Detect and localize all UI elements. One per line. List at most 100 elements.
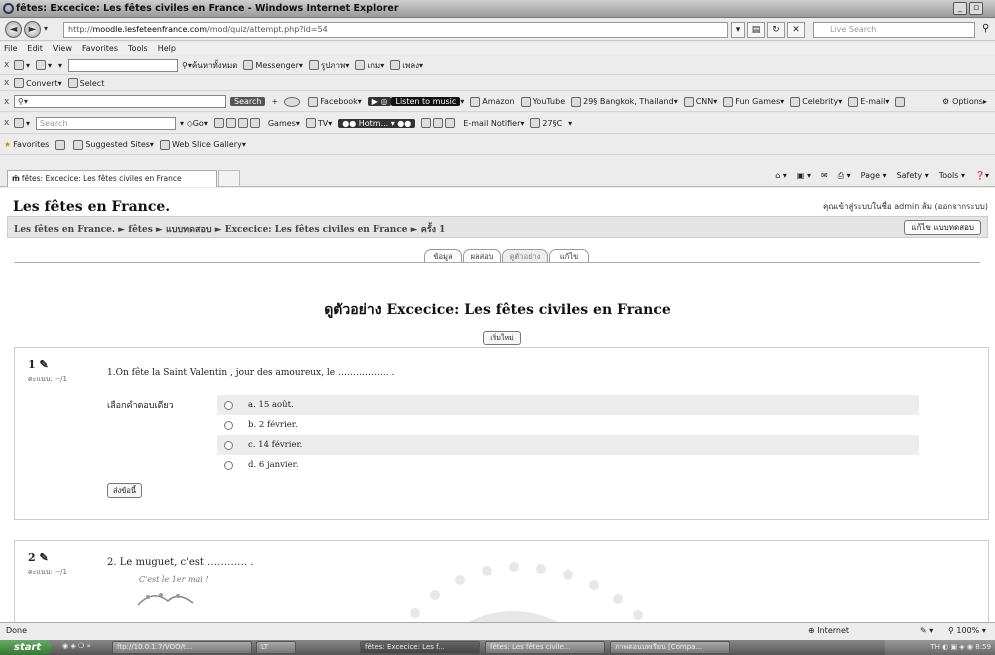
start-button[interactable]: start xyxy=(0,640,52,655)
toolbar5-go-button[interactable]: ▾ ◇ Go ▾ xyxy=(180,119,208,128)
minimize-button[interactable]: _ xyxy=(953,2,967,15)
music-button[interactable]: เพลง ▾ xyxy=(390,59,423,72)
radio-b[interactable] xyxy=(224,420,233,430)
forward-button[interactable]: ► xyxy=(24,21,41,38)
close-toolbar-icon[interactable]: x xyxy=(4,60,14,70)
youtube-link[interactable]: YouTube xyxy=(520,96,565,107)
tray-icons[interactable]: TH ◐ ▣ ◈ ◉ xyxy=(930,643,975,651)
more-icon[interactable] xyxy=(895,96,907,107)
cnn-link[interactable]: CNN ▾ xyxy=(683,96,717,107)
task-ie-fetes[interactable]: fêtes: Les fêtes civile... xyxy=(485,641,605,654)
menu-help[interactable]: Help xyxy=(158,44,176,53)
tv-button[interactable]: TV ▾ xyxy=(305,118,332,128)
menu-tools[interactable]: Tools xyxy=(128,44,148,53)
hotmail-button[interactable]: ●● Hotm... ▾ ●● xyxy=(338,118,416,128)
edit-quiz-button[interactable]: แก้ไข แบบทดสอบ xyxy=(904,220,981,235)
feeds-icon[interactable]: ▣ ▾ xyxy=(797,171,811,181)
select-button[interactable]: Select xyxy=(67,78,104,88)
msn-search-input[interactable] xyxy=(68,58,179,72)
toolbar-menu-icon[interactable]: ▾ xyxy=(58,61,62,70)
games-button[interactable]: Games ▾ xyxy=(268,119,300,128)
home-icon[interactable]: ⌂ ▾ xyxy=(775,171,787,181)
close-toolbar-icon[interactable]: x xyxy=(4,97,14,107)
email-link[interactable]: E-mail ▾ xyxy=(848,96,889,107)
protected-mode-icon[interactable]: ✎ ▾ xyxy=(920,626,933,635)
search-icon[interactable]: ⚲ xyxy=(982,23,989,34)
toolbar-logo-icon[interactable] xyxy=(284,96,302,107)
new-tab-button[interactable] xyxy=(218,170,240,187)
convert-button[interactable]: Convert ▾ xyxy=(14,78,62,88)
close-toolbar-icon[interactable]: x xyxy=(4,118,14,128)
mail-icon[interactable]: ✉ xyxy=(821,171,828,181)
add-favorite-icon[interactable] xyxy=(55,139,67,150)
facebook-link[interactable]: Facebook ▾ xyxy=(308,96,362,107)
menu-view[interactable]: View xyxy=(53,44,72,53)
url-dropdown-icon[interactable]: ▾ xyxy=(731,22,745,38)
login-info[interactable]: คุณเข้าสู่ระบบในชื่อ admin ส้ม (ออกจากระ… xyxy=(823,200,988,213)
page-menu[interactable]: Page ▾ xyxy=(861,171,887,181)
quick-launch-icons[interactable]: ◉ ◈ ❍ » xyxy=(58,641,110,654)
search-all-button[interactable]: ⚲▾ ค้นหาทั้งหมด xyxy=(182,59,237,72)
stop-icon[interactable]: ✕ xyxy=(787,22,805,38)
tab-edit[interactable]: แก้ไข xyxy=(549,249,589,263)
submit-question-button[interactable]: ส่งข้อนี้ xyxy=(107,483,142,498)
help-icon[interactable]: ❓▾ xyxy=(975,171,989,181)
compat-view-icon[interactable]: ▤ xyxy=(747,22,765,38)
favorites-button[interactable]: ★ Favorites xyxy=(4,140,49,149)
fun-games-link[interactable]: Fun Games ▾ xyxy=(723,96,784,107)
menu-favorites[interactable]: Favorites xyxy=(82,44,118,53)
tools-menu[interactable]: Tools ▾ xyxy=(939,171,965,181)
radio-d[interactable] xyxy=(224,460,233,470)
toolbar5-icons[interactable] xyxy=(213,118,262,128)
menu-edit[interactable]: Edit xyxy=(27,44,43,53)
option-c[interactable]: c. 14 février. xyxy=(217,435,919,455)
toolbar-search-button[interactable]: Search xyxy=(230,97,266,106)
history-dropdown-icon[interactable]: ▾ xyxy=(44,24,48,33)
breadcrumb[interactable]: Les fêtes en France. ► fêtes ► แบบทดสอบ … xyxy=(14,222,445,236)
task-ftp[interactable]: ftp://10.0.1.7/VOO/t... xyxy=(112,641,252,654)
photos-button[interactable]: รูปภาพ ▾ xyxy=(308,59,349,72)
toolbar5-more-icons[interactable] xyxy=(421,118,457,128)
messenger-button[interactable]: Messenger ▾ xyxy=(243,60,303,70)
games-thai-button[interactable]: เกม ▾ xyxy=(355,59,384,72)
toolbar5-search-input[interactable]: Search xyxy=(36,116,177,130)
weather-link[interactable]: 29§ Bangkok, Thailand ▾ xyxy=(571,96,678,107)
celebrity-link[interactable]: Celebrity ▾ xyxy=(790,96,842,107)
browser-tab[interactable]: ṁ fêtes: Excecice: Les fêtes civiles en F… xyxy=(7,170,217,187)
restart-button[interactable]: เริ่มใหม่ xyxy=(483,331,521,345)
options-button[interactable]: ⚙ Options ▸ xyxy=(942,97,987,106)
radio-c[interactable] xyxy=(224,440,233,450)
listen-music-link[interactable]: ▶ ◎ Listen to music ▾ xyxy=(367,97,464,106)
zoom-control[interactable]: ⚲ 100% ▾ xyxy=(948,626,986,635)
safety-menu[interactable]: Safety ▾ xyxy=(897,171,929,181)
task-ie-quiz[interactable]: fêtes: Excecice: Les f... xyxy=(360,641,480,654)
option-a[interactable]: a. 15 août. xyxy=(217,395,919,415)
web-slice-link[interactable]: Web Slice Gallery ▾ xyxy=(159,139,246,150)
tab-info[interactable]: ข้อมูล xyxy=(424,249,462,263)
maximize-button[interactable]: ▫ xyxy=(969,2,983,15)
windows-live-icon[interactable]: ▾ xyxy=(36,60,52,70)
task-compat[interactable]: ภาพตอนบทเรียน [Compa... xyxy=(610,641,730,654)
close-toolbar-icon[interactable]: x xyxy=(4,78,14,88)
refresh-icon[interactable]: ↻ xyxy=(767,22,785,38)
url-field[interactable]: http://moodle.lesfeteenfrance.com/mod/qu… xyxy=(63,22,728,38)
live-search-input[interactable]: Live Search xyxy=(813,22,975,38)
amazon-link[interactable]: Amazon xyxy=(470,96,515,107)
option-b[interactable]: b. 2 février. xyxy=(217,415,919,435)
task-lt[interactable]: LT xyxy=(256,641,296,654)
email-notifier-button[interactable]: E-mail Notifier ▾ xyxy=(463,119,524,128)
msn-logo-icon[interactable]: ▾ xyxy=(14,60,30,70)
radio-a[interactable] xyxy=(224,400,233,410)
toolbar-search-input[interactable]: ⚲▾ xyxy=(14,95,226,108)
weather-temp-button[interactable]: 27§C xyxy=(530,118,562,128)
butterfly-icon[interactable]: ▾ xyxy=(14,118,30,128)
back-button[interactable]: ◄ xyxy=(5,21,22,38)
print-icon[interactable]: ⎙ ▾ xyxy=(838,171,851,181)
tab-results[interactable]: ผลสอบ xyxy=(463,249,501,263)
suggested-sites-link[interactable]: Suggested Sites ▾ xyxy=(73,139,154,150)
tab-preview[interactable]: ดูตัวอย่าง xyxy=(502,249,548,263)
bucket-icon[interactable]: ▾ xyxy=(568,119,572,128)
menu-file[interactable]: File xyxy=(4,44,17,53)
option-d[interactable]: d. 6 janvier. xyxy=(217,455,919,475)
toolbar-plus-icon[interactable]: + xyxy=(271,97,278,106)
